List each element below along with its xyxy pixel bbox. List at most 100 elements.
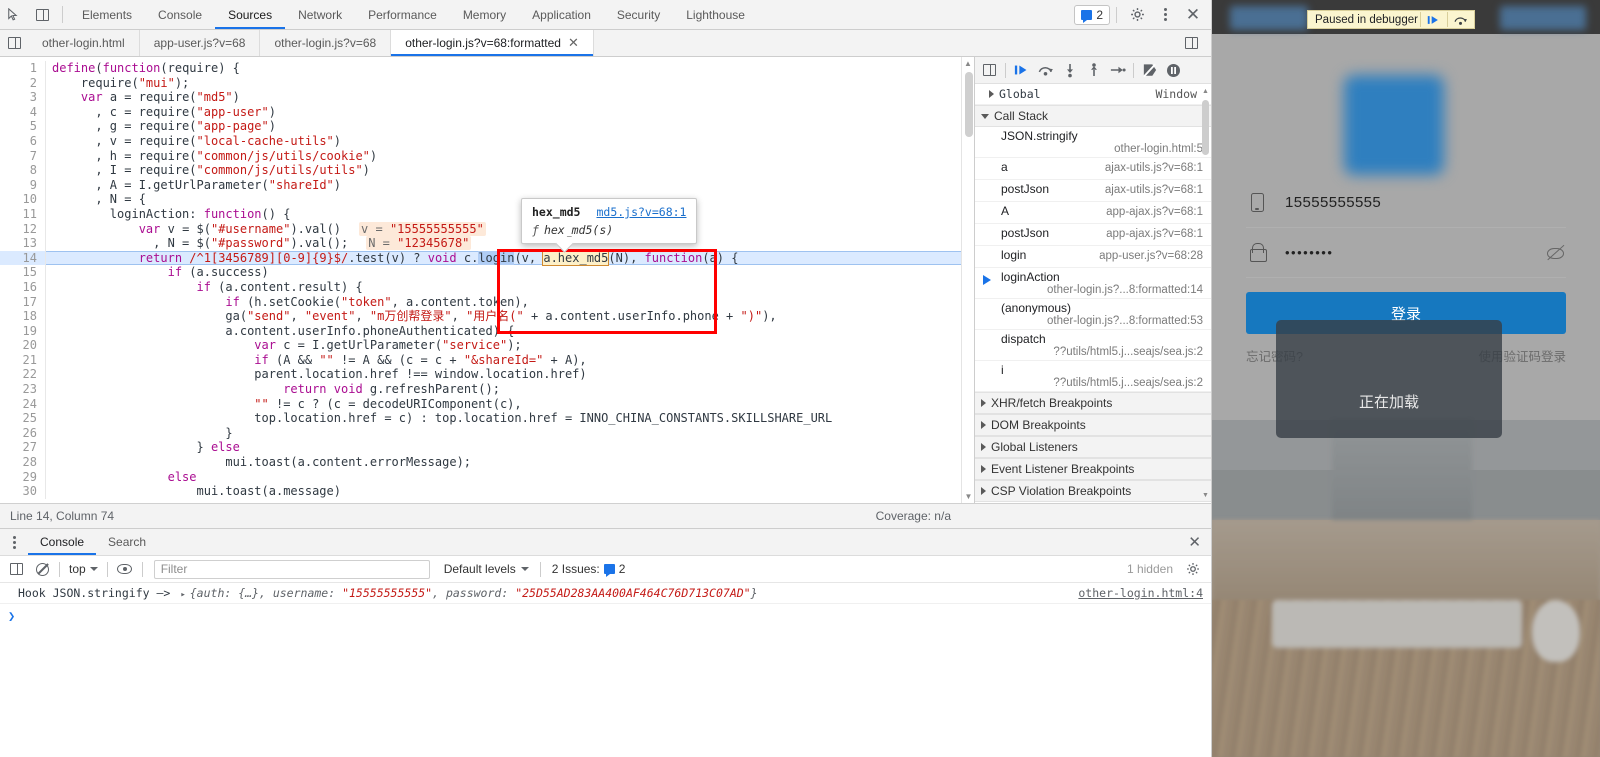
call-stack-location[interactable]: ??utils/html5.j...seajs/sea.js:2 — [1001, 377, 1203, 389]
line-number[interactable]: 4 — [0, 104, 46, 120]
eye-off-icon[interactable] — [1546, 244, 1566, 261]
line-number[interactable]: 27 — [0, 440, 46, 456]
device-toolbar-icon[interactable] — [28, 0, 56, 29]
line-number[interactable]: 21 — [0, 352, 46, 368]
kebab-menu-icon[interactable] — [0, 529, 28, 555]
log-levels-select[interactable]: Default levels — [438, 562, 535, 576]
line-number[interactable]: 22 — [0, 367, 46, 383]
code-line-text[interactable]: require("mui"); — [46, 76, 189, 91]
call-stack-frame[interactable]: dispatch ??utils/html5.j...seajs/sea.js:2 — [975, 330, 1211, 361]
line-number[interactable]: 15 — [0, 265, 46, 280]
line-number[interactable]: 12 — [0, 221, 46, 237]
file-tab-other-login-html[interactable]: other-login.html — [28, 30, 140, 56]
code-line-text[interactable]: } — [46, 426, 232, 441]
code-line-text[interactable]: return /^1[3456789][0-9]{9}$/.test(v) ? … — [46, 249, 738, 266]
code-line-text[interactable]: , N = { — [46, 192, 146, 207]
code-line-text[interactable]: mui.toast(a.content.errorMessage); — [46, 455, 471, 470]
call-stack-frame[interactable]: postJson app-ajax.js?v=68:1 — [975, 224, 1211, 246]
tab-console[interactable]: Console — [145, 0, 215, 29]
line-number[interactable]: 10 — [0, 192, 46, 207]
code-line-text[interactable]: } else — [46, 440, 239, 455]
step-out-button[interactable] — [1082, 59, 1105, 82]
inspect-cursor-icon[interactable] — [0, 0, 28, 29]
step-over-button[interactable] — [1034, 59, 1057, 82]
call-stack-location[interactable]: ??utils/html5.j...seajs/sea.js:2 — [1001, 346, 1203, 358]
call-stack-location[interactable]: other-login.js?...8:formatted:14 — [1001, 284, 1203, 296]
code-line-text[interactable]: , A = I.getUrlParameter("shareId") — [46, 178, 341, 193]
code-line-text[interactable]: ga("send", "event", "m万创帮登录", "用户名(" + a… — [46, 309, 776, 324]
console-prompt-row[interactable]: ❯ — [0, 604, 1211, 628]
line-number[interactable]: 14 — [0, 250, 46, 266]
call-stack-location[interactable]: other-login.html:5 — [1001, 143, 1203, 155]
debugger-scrollbar[interactable]: ▲ ▼ — [1200, 84, 1211, 503]
phone-field-row[interactable]: 15555555555 — [1246, 178, 1566, 228]
expand-object-icon[interactable]: ▸ — [180, 590, 185, 600]
drawer-tab-console[interactable]: Console — [28, 529, 96, 555]
step-over-icon[interactable] — [1450, 11, 1472, 28]
step-button[interactable] — [1106, 59, 1129, 82]
console-sidebar-icon[interactable] — [4, 558, 28, 580]
tab-application[interactable]: Application — [519, 0, 604, 29]
breakpoint-section-header[interactable]: DOM Breakpoints — [975, 414, 1211, 436]
code-line-text[interactable]: , N = $("#password").val(); N = "12345678… — [46, 236, 472, 251]
tab-memory[interactable]: Memory — [450, 0, 519, 29]
line-number[interactable]: 28 — [0, 455, 46, 470]
drawer-close-icon[interactable]: ✕ — [1188, 529, 1211, 555]
drawer-tab-search[interactable]: Search — [96, 529, 158, 555]
call-stack-frame[interactable]: JSON.stringify other-login.html:5 — [975, 127, 1211, 158]
code-line-text[interactable]: , g = require("app-page") — [46, 119, 276, 134]
line-number[interactable]: 1 — [0, 61, 46, 76]
call-stack-location[interactable]: other-login.js?...8:formatted:53 — [1001, 315, 1203, 327]
editor-scrollbar[interactable]: ▲ ▼ — [961, 57, 974, 503]
kebab-menu-icon[interactable] — [1151, 8, 1179, 21]
breakpoint-section-header[interactable]: CSP Violation Breakpoints — [975, 480, 1211, 502]
password-input-value[interactable]: •••••••• — [1285, 245, 1333, 260]
code-line-text[interactable]: if (A && "" != A && (c = c + "&shareId="… — [46, 353, 586, 368]
coverage-status[interactable]: Coverage: n/a — [876, 509, 1201, 523]
line-number[interactable]: 3 — [0, 90, 46, 105]
file-tab-app-user-js[interactable]: app-user.js?v=68 — [140, 30, 261, 56]
gear-icon[interactable] — [1123, 7, 1151, 22]
code-line-text[interactable]: if (h.setCookie("token", a.content.token… — [46, 295, 528, 310]
scroll-up-icon[interactable]: ▲ — [1200, 86, 1211, 97]
console-filter-input[interactable] — [153, 559, 430, 579]
code-editor[interactable]: 1 define(function(require) {2 require("mu… — [0, 57, 975, 503]
line-number[interactable]: 7 — [0, 148, 46, 164]
line-number[interactable]: 19 — [0, 323, 46, 339]
line-number[interactable]: 30 — [0, 484, 46, 499]
code-line-text[interactable]: var v = $("#username").val() v = "1555555… — [46, 221, 486, 237]
tab-sources[interactable]: Sources — [215, 0, 285, 29]
tab-performance[interactable]: Performance — [355, 0, 450, 29]
line-number[interactable]: 13 — [0, 236, 46, 251]
code-line-text[interactable]: define(function(require) { — [46, 61, 240, 76]
call-stack-section-header[interactable]: Call Stack — [975, 105, 1211, 127]
call-stack-frame[interactable]: i ??utils/html5.j...seajs/sea.js:2 — [975, 361, 1211, 392]
console-issues-badge[interactable]: 2 Issues: 2 — [546, 559, 632, 579]
editor-scrollbar-thumb[interactable] — [965, 72, 973, 137]
resume-script-button[interactable] — [1010, 59, 1033, 82]
call-stack-frame[interactable]: Aapp-ajax.js?v=68:1 — [975, 202, 1211, 224]
line-number[interactable]: 29 — [0, 469, 46, 485]
breakpoint-section-header[interactable]: Event Listener Breakpoints — [975, 458, 1211, 480]
code-line-text[interactable]: if (a.content.result) { — [46, 280, 363, 295]
line-number[interactable]: 25 — [0, 411, 46, 426]
execution-context-select[interactable]: top — [65, 562, 102, 576]
deactivate-breakpoints-button[interactable] — [1138, 59, 1161, 82]
line-number[interactable]: 16 — [0, 279, 46, 295]
pause-on-exceptions-button[interactable] — [1162, 59, 1185, 82]
file-tab-other-login-js[interactable]: other-login.js?v=68 — [260, 30, 392, 56]
password-field-row[interactable]: •••••••• — [1246, 228, 1566, 278]
code-line-text[interactable]: , c = require("app-user") — [46, 105, 276, 120]
file-tab-other-login-js-formatted[interactable]: other-login.js?v=68:formatted ✕ — [391, 30, 594, 56]
live-expression-icon[interactable] — [113, 558, 137, 580]
tooltip-source-link[interactable]: md5.js?v=68:1 — [596, 205, 686, 219]
call-stack-location[interactable]: app-ajax.js?v=68:1 — [1106, 206, 1203, 218]
resume-icon[interactable] — [1423, 11, 1445, 28]
close-icon[interactable]: ✕ — [568, 35, 579, 51]
line-number[interactable]: 23 — [0, 382, 46, 397]
line-number[interactable]: 5 — [0, 119, 46, 134]
code-line-text[interactable]: parent.location.href !== window.location… — [46, 367, 586, 382]
line-number[interactable]: 11 — [0, 206, 46, 222]
phone-input-value[interactable]: 15555555555 — [1285, 194, 1381, 211]
code-line-text[interactable]: , I = require("common/js/utils/utils") — [46, 163, 370, 178]
